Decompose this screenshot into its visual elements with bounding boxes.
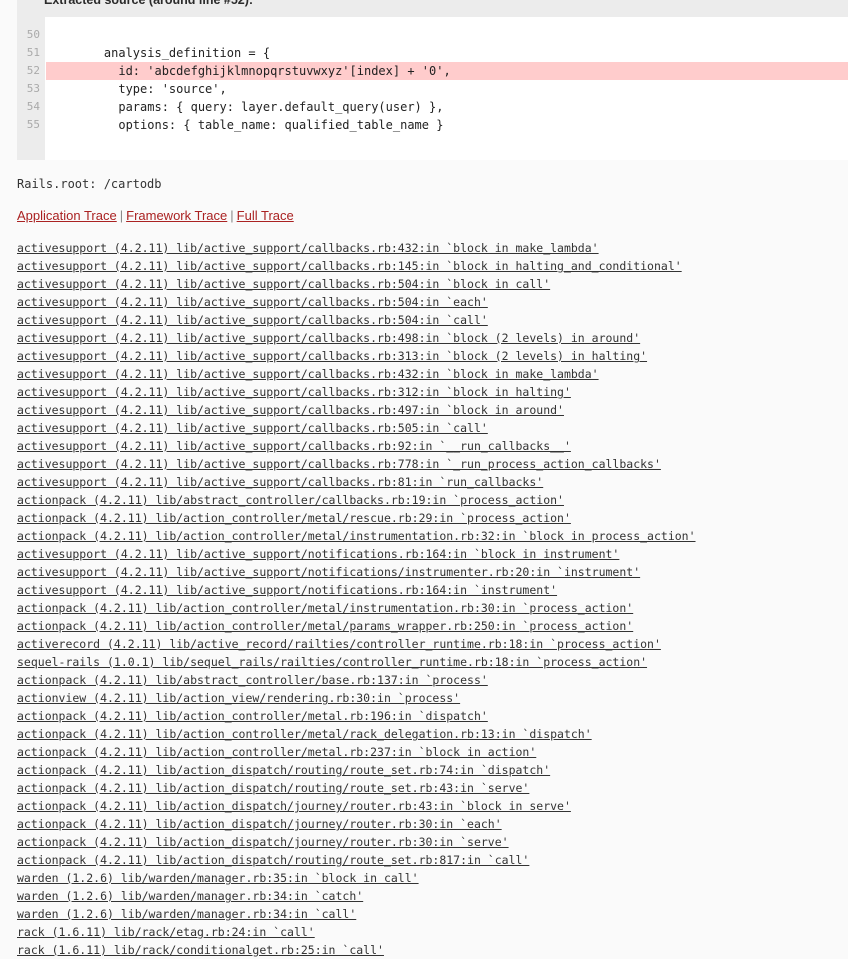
stack-trace-line[interactable]: actionpack (4.2.11) lib/action_controlle… — [17, 617, 848, 635]
stack-trace-line[interactable]: actionpack (4.2.11) lib/action_controlle… — [17, 527, 848, 545]
code-line-background — [46, 26, 848, 44]
trace-tab-full-trace[interactable]: Full Trace — [237, 208, 294, 223]
code-line: 52 id: 'abcdefghijklmnopqrstuvwxyz'[inde… — [17, 62, 848, 80]
stack-trace-line[interactable]: activesupport (4.2.11) lib/active_suppor… — [17, 545, 848, 563]
stack-trace-line[interactable]: actionpack (4.2.11) lib/action_dispatch/… — [17, 851, 848, 869]
stack-trace-line[interactable]: activesupport (4.2.11) lib/active_suppor… — [17, 293, 848, 311]
stack-trace-line[interactable]: rack (1.6.11) lib/rack/conditionalget.rb… — [17, 941, 848, 959]
trace-tab-application-trace[interactable]: Application Trace — [17, 208, 117, 223]
trace-tab-framework-trace[interactable]: Framework Trace — [126, 208, 227, 223]
code-line-background: params: { query: layer.default_query(use… — [46, 98, 848, 116]
stack-trace-line[interactable]: warden (1.2.6) lib/warden/manager.rb:34:… — [17, 887, 848, 905]
extracted-source-header: Extracted source (around line #52): — [17, 0, 848, 17]
code-line-text: id: 'abcdefghijklmnopqrstuvwxyz'[index] … — [75, 64, 451, 78]
code-line: 51 analysis_definition = { — [17, 44, 848, 62]
stack-trace-line[interactable]: actionpack (4.2.11) lib/action_dispatch/… — [17, 815, 848, 833]
stack-trace-line[interactable]: actionpack (4.2.11) lib/action_controlle… — [17, 743, 848, 761]
stack-trace-line[interactable]: actionpack (4.2.11) lib/action_controlle… — [17, 707, 848, 725]
stack-trace-line[interactable]: warden (1.2.6) lib/warden/manager.rb:35:… — [17, 869, 848, 887]
code-line-text: analysis_definition = { — [75, 46, 271, 60]
code-line-text: options: { table_name: qualified_table_n… — [75, 118, 444, 132]
stack-trace-line[interactable]: activesupport (4.2.11) lib/active_suppor… — [17, 275, 848, 293]
trace-tab-separator: | — [119, 208, 124, 223]
code-line-number: 53 — [17, 80, 45, 98]
trace-tab-separator: | — [230, 208, 234, 223]
stack-trace-line[interactable]: activerecord (4.2.11) lib/active_record/… — [17, 635, 848, 653]
stack-trace-line[interactable]: activesupport (4.2.11) lib/active_suppor… — [17, 437, 848, 455]
code-line-background: id: 'abcdefghijklmnopqrstuvwxyz'[index] … — [46, 62, 848, 80]
code-line-background: type: 'source', — [46, 80, 848, 98]
stack-trace-line[interactable]: actionpack (4.2.11) lib/action_dispatch/… — [17, 797, 848, 815]
rails-root-path: Rails.root: /cartodb — [17, 177, 162, 191]
code-line: 53 type: 'source', — [17, 80, 848, 98]
stack-trace-line[interactable]: activesupport (4.2.11) lib/active_suppor… — [17, 383, 848, 401]
stack-trace-line[interactable]: activesupport (4.2.11) lib/active_suppor… — [17, 365, 848, 383]
stack-trace-line[interactable]: warden (1.2.6) lib/warden/manager.rb:34:… — [17, 905, 848, 923]
stack-trace-line[interactable]: activesupport (4.2.11) lib/active_suppor… — [17, 347, 848, 365]
stack-trace-line[interactable]: actionpack (4.2.11) lib/action_controlle… — [17, 599, 848, 617]
stack-trace-line[interactable]: activesupport (4.2.11) lib/active_suppor… — [17, 455, 848, 473]
stack-trace-line[interactable]: activesupport (4.2.11) lib/active_suppor… — [17, 311, 848, 329]
stack-trace-line[interactable]: activesupport (4.2.11) lib/active_suppor… — [17, 473, 848, 491]
code-line: 55 options: { table_name: qualified_tabl… — [17, 116, 848, 134]
stack-trace-line[interactable]: actionpack (4.2.11) lib/action_dispatch/… — [17, 833, 848, 851]
stack-trace-line[interactable]: actionpack (4.2.11) lib/action_controlle… — [17, 509, 848, 527]
stack-trace-line[interactable]: actionpack (4.2.11) lib/action_dispatch/… — [17, 761, 848, 779]
code-line-number: 51 — [17, 44, 45, 62]
code-line: 50 — [17, 26, 848, 44]
stack-trace-line[interactable]: actionpack (4.2.11) lib/abstract_control… — [17, 671, 848, 689]
code-line-number: 54 — [17, 98, 45, 116]
code-line-background: analysis_definition = { — [46, 44, 848, 62]
stack-trace-line[interactable]: activesupport (4.2.11) lib/active_suppor… — [17, 563, 848, 581]
code-line-text: type: 'source', — [75, 82, 227, 96]
source-code-block: 50 51 analysis_definition = {52 id: 'abcd… — [17, 17, 848, 160]
stack-trace-line[interactable]: activesupport (4.2.11) lib/active_suppor… — [17, 419, 848, 437]
code-line: 54 params: { query: layer.default_query(… — [17, 98, 848, 116]
stack-trace-line[interactable]: actionpack (4.2.11) lib/abstract_control… — [17, 491, 848, 509]
stack-trace-line[interactable]: activesupport (4.2.11) lib/active_suppor… — [17, 401, 848, 419]
trace-tabs: Application Trace | Framework Trace | Full T… — [17, 208, 294, 223]
stack-trace-line[interactable]: activesupport (4.2.11) lib/active_suppor… — [17, 257, 848, 275]
code-line-text: params: { query: layer.default_query(use… — [75, 100, 444, 114]
extracted-source-title: Extracted source (around line #52): — [44, 0, 254, 7]
stack-trace-line[interactable]: actionview (4.2.11) lib/action_view/rend… — [17, 689, 848, 707]
stack-trace-line[interactable]: sequel-rails (1.0.1) lib/sequel_rails/ra… — [17, 653, 848, 671]
code-line-number: 50 — [17, 26, 45, 44]
code-lines-container: 50 51 analysis_definition = {52 id: 'abcd… — [17, 17, 848, 134]
stack-trace-list: activesupport (4.2.11) lib/active_suppor… — [17, 239, 848, 959]
code-line-background: options: { table_name: qualified_table_n… — [46, 116, 848, 134]
stack-trace-line[interactable]: activesupport (4.2.11) lib/active_suppor… — [17, 581, 848, 599]
code-line-number: 55 — [17, 116, 45, 134]
stack-trace-line[interactable]: rack (1.6.11) lib/rack/etag.rb:24:in `ca… — [17, 923, 848, 941]
stack-trace-line[interactable]: activesupport (4.2.11) lib/active_suppor… — [17, 239, 848, 257]
code-line-number: 52 — [17, 62, 45, 80]
stack-trace-line[interactable]: actionpack (4.2.11) lib/action_dispatch/… — [17, 779, 848, 797]
stack-trace-line[interactable]: actionpack (4.2.11) lib/action_controlle… — [17, 725, 848, 743]
stack-trace-line[interactable]: activesupport (4.2.11) lib/active_suppor… — [17, 329, 848, 347]
